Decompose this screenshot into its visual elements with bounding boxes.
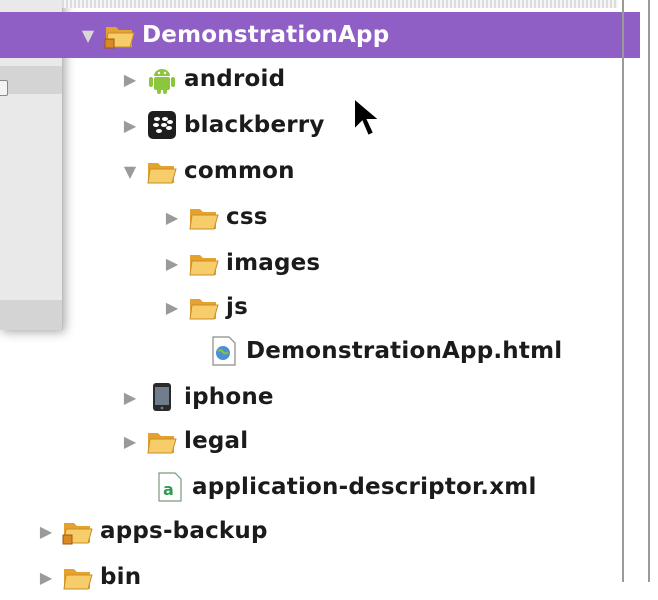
folder-icon <box>188 291 220 323</box>
chevron-right-icon[interactable]: ▶ <box>36 521 56 541</box>
svg-text:a: a <box>163 480 174 499</box>
project-tree: ▼ DemonstrationApp ▶ android ▶ blackberr… <box>0 0 640 590</box>
project-folder-icon <box>62 515 94 547</box>
tree-item-label: DemonstrationApp.html <box>246 338 563 364</box>
tree-item-label: js <box>226 294 248 320</box>
tree-item-label: blackberry <box>184 112 325 138</box>
tree-item-label: css <box>226 204 268 230</box>
tree-item-label: bin <box>100 564 142 590</box>
tree-item-label: common <box>184 158 295 184</box>
folder-icon <box>188 201 220 233</box>
android-icon <box>146 63 178 95</box>
chevron-right-icon[interactable]: ▶ <box>36 567 56 587</box>
tree-item-label: application-descriptor.xml <box>192 474 537 500</box>
tree-item-label: images <box>226 250 321 276</box>
mouse-pointer-icon <box>353 96 383 138</box>
tree-item-js[interactable]: ▶ js <box>0 284 640 330</box>
tree-item-label: iphone <box>184 384 274 410</box>
tree-item-iphone[interactable]: ▶ iphone <box>0 374 640 420</box>
xml-file-icon: a <box>154 471 186 503</box>
tree-item-application-descriptor[interactable]: a application-descriptor.xml <box>0 464 640 510</box>
chevron-right-icon[interactable]: ▶ <box>120 387 140 407</box>
blackberry-icon <box>146 109 178 141</box>
chevron-right-icon[interactable]: ▶ <box>120 69 140 89</box>
html-file-icon <box>208 335 240 367</box>
iphone-icon <box>146 381 178 413</box>
frame-divider <box>622 0 624 582</box>
tree-item-images[interactable]: ▶ images <box>0 240 640 286</box>
chevron-down-icon[interactable]: ▼ <box>120 161 140 181</box>
tree-item-demonstrationapp-html[interactable]: DemonstrationApp.html <box>0 328 640 374</box>
project-folder-icon <box>104 19 136 51</box>
chevron-right-icon[interactable]: ▶ <box>120 431 140 451</box>
tree-item-blackberry[interactable]: ▶ blackberry <box>0 102 640 148</box>
tree-item-label: apps-backup <box>100 518 268 544</box>
chevron-right-icon[interactable]: ▶ <box>162 297 182 317</box>
folder-icon <box>62 561 94 593</box>
folder-icon <box>146 425 178 457</box>
tree-item-label: DemonstrationApp <box>142 22 390 48</box>
tree-item-bin[interactable]: ▶ bin <box>0 554 640 600</box>
tree-item-label: legal <box>184 428 249 454</box>
tree-item-css[interactable]: ▶ css <box>0 194 640 240</box>
tree-item-android[interactable]: ▶ android <box>0 56 640 102</box>
tree-item-demonstrationapp[interactable]: ▼ DemonstrationApp <box>0 12 640 58</box>
tree-item-legal[interactable]: ▶ legal <box>0 418 640 464</box>
chevron-right-icon[interactable]: ▶ <box>120 115 140 135</box>
chevron-right-icon[interactable]: ▶ <box>162 207 182 227</box>
tree-item-common[interactable]: ▼ common <box>0 148 640 194</box>
folder-icon <box>146 155 178 187</box>
tree-item-apps-backup[interactable]: ▶ apps-backup <box>0 508 640 554</box>
tree-item-label: android <box>184 66 286 92</box>
folder-icon <box>188 247 220 279</box>
chevron-down-icon[interactable]: ▼ <box>78 25 98 45</box>
chevron-right-icon[interactable]: ▶ <box>162 253 182 273</box>
frame-divider <box>648 0 650 582</box>
